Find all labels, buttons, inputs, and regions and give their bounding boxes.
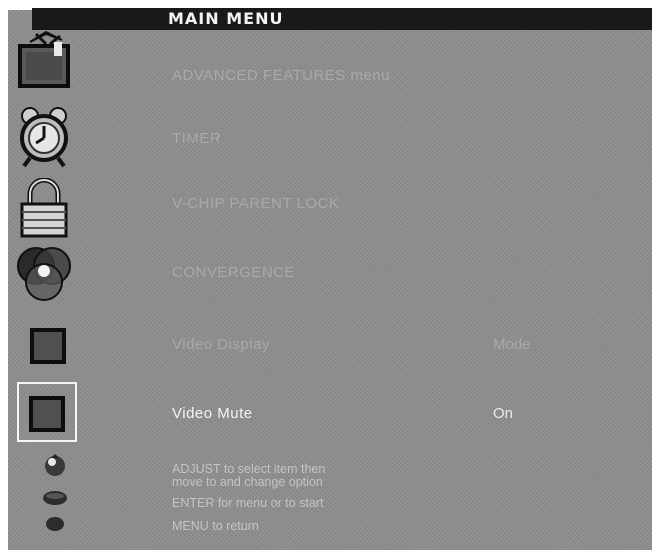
osd-screen [8, 10, 652, 550]
page-title: MAIN MENU [168, 9, 284, 28]
menu-item-vchip-parent-lock[interactable]: V-CHIP PARENT LOCK [172, 195, 339, 212]
enter-button-icon [42, 490, 68, 506]
video-mute-square-icon[interactable] [29, 396, 65, 432]
menu-item-convergence[interactable]: CONVERGENCE [172, 264, 295, 281]
menu-item-advanced-features[interactable]: ADVANCED FEATURES menu [172, 67, 390, 84]
video-mute-value[interactable]: On [493, 405, 513, 422]
tv-antenna-icon[interactable] [16, 30, 74, 90]
menu-item-video-display[interactable]: Video Display [172, 336, 270, 353]
video-display-square-icon[interactable] [30, 328, 66, 364]
menu-item-video-mute[interactable]: Video Mute [172, 405, 253, 422]
help-menu: MENU to return [172, 519, 259, 533]
video-display-value[interactable]: Mode [493, 336, 531, 353]
menu-item-timer[interactable]: TIMER [172, 130, 221, 147]
help-enter: ENTER for menu or to start [172, 496, 324, 510]
menu-button-icon [45, 516, 65, 532]
adjust-joystick-icon [42, 452, 68, 478]
help-adjust-line2: move to and change option [172, 475, 323, 489]
alarm-clock-icon[interactable] [16, 106, 72, 168]
title-bar [32, 8, 652, 30]
padlock-icon[interactable] [18, 178, 70, 238]
rgb-circles-icon[interactable] [14, 244, 74, 306]
